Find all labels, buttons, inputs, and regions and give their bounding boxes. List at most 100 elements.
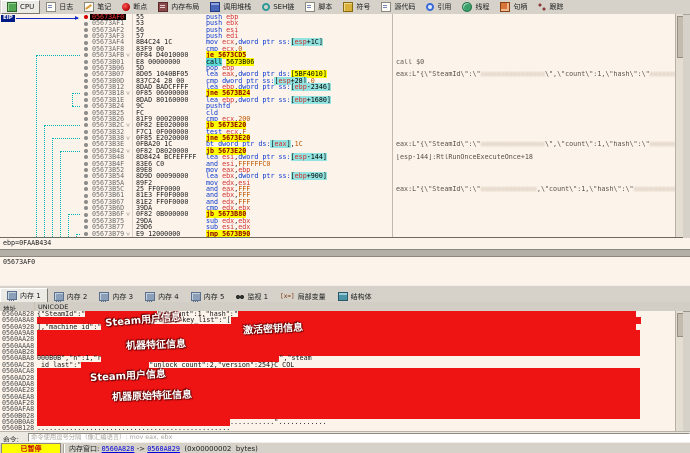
row-dot[interactable] (84, 92, 88, 96)
toolbar-tab-script[interactable]: 脚本 (300, 1, 337, 13)
toolbar-tab-source[interactable]: 源代码 (376, 1, 420, 13)
info-splitter[interactable] (0, 249, 690, 257)
bottom-tab-label: 内存 3 (112, 292, 133, 302)
bottom-tab-label: 内存 1 (20, 291, 41, 301)
paused-status-badge: 已暂停 (1, 443, 61, 453)
disasm-scrollbar[interactable] (675, 14, 683, 237)
toolbar-tab-label: 断点 (133, 2, 147, 12)
range-size: (0x00000002 (180, 445, 234, 453)
row-dot[interactable] (84, 34, 88, 38)
range-unit: bytes) (234, 445, 258, 453)
toolbar-tab-callstack[interactable]: 调用堆栈 (205, 1, 256, 13)
toolbar-tab-bp[interactable]: 断点 (117, 1, 152, 13)
mem-range-end: 0560A829 (147, 445, 180, 453)
toolbar-tab-handle[interactable]: 句柄 (495, 1, 532, 13)
info-pane: ebp=0FAAB434 05673AF0 (0, 238, 690, 285)
bottom-tab-label: 内存 4 (158, 292, 179, 302)
note-icon (84, 2, 94, 12)
row-dot[interactable] (84, 219, 88, 223)
toolbar-tab-log[interactable]: 日志 (41, 1, 78, 13)
main-toolbar: CPU 日志笔记 断点内存布局 调用堆栈 SEH链 脚本符号源代码引用 线程句柄 跟踪 (0, 0, 690, 15)
row-dot[interactable] (84, 200, 88, 204)
row-dot[interactable] (84, 123, 88, 127)
status-bar: 已暂停 内存窗口: 0560A828 -> 0560A829 (0x000000… (0, 442, 690, 453)
mem-icon (99, 292, 109, 301)
row-dot[interactable] (84, 98, 88, 102)
row-dot[interactable] (84, 41, 88, 45)
toolbar-tab-ref[interactable]: 引用 (421, 1, 456, 13)
row-dot[interactable] (84, 213, 88, 217)
row-dot[interactable] (84, 174, 88, 178)
row-dot[interactable] (84, 143, 88, 147)
row-dot[interactable] (84, 155, 88, 159)
mem-range-start: 0560A828 (102, 445, 135, 453)
row-dot[interactable] (84, 111, 88, 115)
row-dot[interactable] (84, 187, 88, 191)
row-dot[interactable] (84, 53, 88, 57)
row-dot[interactable] (84, 28, 88, 32)
row-dot[interactable] (84, 206, 88, 210)
jump-direction-marker: v (126, 91, 130, 96)
row-dot[interactable] (84, 149, 88, 153)
jump-direction-marker: v (126, 136, 130, 141)
row-dot[interactable] (84, 79, 88, 83)
row-dot[interactable] (84, 22, 88, 26)
toolbar-tab-cpu[interactable]: CPU (1, 0, 40, 14)
row-dot[interactable] (84, 225, 88, 229)
row-dot[interactable] (84, 104, 88, 108)
script-icon (305, 2, 315, 12)
toolbar-tab-memmap[interactable]: 内存布局 (153, 1, 204, 13)
row-dot[interactable] (84, 47, 88, 51)
toolbar-tab-label: 日志 (59, 2, 73, 12)
row-dot[interactable] (84, 117, 88, 121)
row-dot[interactable] (84, 85, 88, 89)
toolbar-tab-note[interactable]: 笔记 (79, 1, 116, 13)
disasm-row[interactable]: 05673B79vE9 12000000jmp 5673B90 (0, 231, 683, 237)
memory-dump[interactable]: 0560A828{"SteamId":"","count":1,"hash":"… (0, 311, 683, 431)
toolbar-tab-label: 线程 (475, 2, 489, 12)
symbol-icon (343, 2, 353, 12)
row-dot[interactable] (84, 232, 88, 236)
register-info: ebp=0FAAB434 (3, 239, 51, 247)
row-dot[interactable] (84, 136, 88, 140)
current-address: 05673AF0 (3, 258, 35, 266)
toolbar-tab-symbol[interactable]: 符号 (338, 1, 375, 13)
jump-direction-marker: v (126, 148, 130, 153)
row-dot[interactable] (84, 162, 88, 166)
row-dot[interactable] (84, 66, 88, 70)
row-dot[interactable] (84, 73, 88, 77)
instruction-text: jmp 5673B90 (206, 231, 250, 237)
disassembly-view[interactable]: 05673AF055push ebp05673AF153push ebx0567… (0, 14, 683, 238)
toolbar-tab-thread[interactable]: 线程 (457, 1, 494, 13)
row-dot[interactable] (84, 194, 88, 198)
jump-direction-marker: v (126, 123, 130, 128)
disasm-scrollbar-thumb[interactable] (677, 16, 683, 58)
breakpoint-dot[interactable] (84, 15, 88, 19)
source-icon (381, 2, 391, 12)
bottom-tab-label: 局部变量 (298, 292, 326, 302)
status-separator (63, 444, 65, 453)
dump-col-unicode: UNICODE (38, 303, 68, 311)
mem-icon (54, 292, 64, 301)
row-dot[interactable] (84, 181, 88, 185)
toolbar-tab-label: 脚本 (318, 2, 332, 12)
command-input[interactable] (28, 433, 690, 442)
range-arrow: -> (134, 445, 147, 453)
toolbar-tab-label: CPU (20, 3, 34, 11)
dump-scrollbar-thumb[interactable] (677, 313, 683, 337)
struct-icon (338, 292, 348, 301)
bottom-tab-mem[interactable]: 内存 1 (0, 288, 48, 303)
dump-scrollbar[interactable] (675, 311, 683, 431)
instruction-bytes: E9 12000000 (136, 231, 180, 237)
mem-icon (191, 292, 201, 301)
row-dot[interactable] (84, 168, 88, 172)
cpu-icon (7, 2, 17, 12)
toolbar-tab-label: 调用堆栈 (223, 2, 251, 12)
toolbar-tab-seh[interactable]: SEH链 (257, 1, 299, 13)
toolbar-tab-trace[interactable]: 跟踪 (533, 1, 568, 13)
mem-icon (145, 292, 155, 301)
memory-window-status: 内存窗口: 0560A828 -> 0560A829 (0x00000002 b… (69, 444, 258, 453)
row-dot[interactable] (84, 60, 88, 64)
row-dot[interactable] (84, 130, 88, 134)
toolbar-tab-label: 跟踪 (549, 2, 563, 12)
